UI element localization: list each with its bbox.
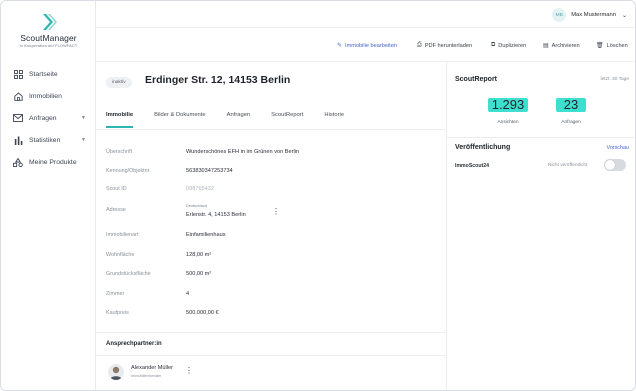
delete-label: Löschen xyxy=(606,42,628,49)
field-value-immobilienart: Einfamilienhaus xyxy=(186,232,226,238)
requests-value: 23 xyxy=(555,98,587,112)
pencil-icon: ✎ xyxy=(337,43,343,49)
tab-bar: Immobilie Bilder & Dokumente Anfragen Sc… xyxy=(106,112,365,128)
sidebar-item-immobilien[interactable]: Immobilien xyxy=(1,85,96,107)
sidebar-item-meine-produkte[interactable]: Meine Produkte xyxy=(1,151,96,173)
field-label: Adresse xyxy=(106,207,126,213)
views-metric: 1.293 Ansichten xyxy=(485,96,531,125)
user-name: Max Mustermann xyxy=(571,12,616,18)
bar-chart-icon xyxy=(13,135,23,145)
top-bar: MB Max Mustermann ⌄ xyxy=(96,1,635,28)
panel-divider xyxy=(447,137,635,138)
sidebar-item-label: Anfragen xyxy=(29,114,57,122)
archive-label: Archivieren xyxy=(551,42,580,49)
field-value-ueberschrift: Wunderschönes EFH in im Grünen von Berli… xyxy=(186,149,300,155)
edit-property-button[interactable]: ✎ Immobilie bearbeiten xyxy=(337,42,397,50)
field-value-zimmer: 4 xyxy=(186,291,190,297)
field-value-kennung: 563830347253734 xyxy=(186,168,233,174)
duplicate-button[interactable]: ⧉ Duplizieren xyxy=(491,42,526,49)
scoutreport-title: ScoutReport xyxy=(455,76,497,83)
archive-button[interactable]: ▤ Archivieren xyxy=(543,42,580,50)
sidebar-item-label: Statistiken xyxy=(29,136,61,144)
page-title: Erdinger Str. 12, 14153 Berlin xyxy=(145,74,291,86)
edit-property-label: Immobilie bearbeiten xyxy=(345,42,397,49)
contact-avatar xyxy=(108,364,124,380)
archive-icon: ▤ xyxy=(543,43,549,49)
logo-chevron-icon xyxy=(42,14,57,30)
preview-link[interactable]: Vorschau xyxy=(607,145,629,151)
sidebar-item-label: Startseite xyxy=(29,70,58,78)
mail-icon xyxy=(13,113,23,123)
grid-icon xyxy=(13,69,23,79)
field-label: Kaufpreis xyxy=(106,310,129,316)
sidebar-item-label: Meine Produkte xyxy=(29,158,77,166)
field-label: Kennung/Objektnr. xyxy=(106,168,151,174)
section-divider xyxy=(96,355,447,356)
user-menu[interactable]: MB Max Mustermann ⌄ xyxy=(552,8,627,22)
house-icon xyxy=(13,91,23,101)
property-detail: inaktiv Erdinger Str. 12, 14153 Berlin I… xyxy=(96,62,447,390)
field-label: Scout ID xyxy=(106,186,127,192)
chevron-down-icon: ▼ xyxy=(81,137,86,143)
contact-name: Alexander Müller xyxy=(131,365,173,371)
sidebar-item-startseite[interactable]: Startseite xyxy=(1,63,96,85)
printer-icon: ⎙ xyxy=(417,42,422,48)
status-badge: inaktiv xyxy=(106,77,132,88)
delete-button[interactable]: 🗑 Löschen xyxy=(596,42,628,50)
views-value: 1.293 xyxy=(487,98,529,112)
publish-toggle[interactable] xyxy=(604,159,626,171)
brand-name: ScoutManager xyxy=(20,33,77,43)
field-label: Immobilienart xyxy=(106,232,139,238)
sidebar: ScoutManager in Kooperation mit FLOWFACT… xyxy=(1,1,96,390)
address-more-icon[interactable]: ⋮ xyxy=(272,207,280,216)
field-label: Zimmer xyxy=(106,291,125,297)
publication-title: Veröffentlichung xyxy=(455,144,511,151)
duplicate-label: Duplizieren xyxy=(498,42,527,49)
sidebar-item-label: Immobilien xyxy=(29,92,62,100)
field-label: Überschrift xyxy=(106,149,133,155)
contact-role: Immobilienberater xyxy=(131,374,162,378)
scoutreport-period: letzt. 30 Tage xyxy=(600,77,629,82)
tab-historie[interactable]: Historie xyxy=(324,112,344,128)
chevron-down-icon: ▼ xyxy=(81,115,86,121)
pdf-download-label: PDF herunterladen xyxy=(424,42,473,49)
chevron-down-icon: ⌄ xyxy=(621,12,627,19)
trash-icon: 🗑 xyxy=(596,43,604,49)
section-divider xyxy=(96,332,447,333)
shapes-icon xyxy=(13,157,23,167)
sidebar-item-statistiken[interactable]: Statistiken ▼ xyxy=(1,129,96,151)
tab-bilder-dokumente[interactable]: Bilder & Dokumente xyxy=(154,112,206,128)
tab-anfragen[interactable]: Anfragen xyxy=(227,112,251,128)
field-value-country: Deutschland xyxy=(186,204,208,208)
field-value-grundstuecksflaeche: 500,00 m² xyxy=(186,271,212,277)
tab-immobilie[interactable]: Immobilie xyxy=(106,112,134,128)
field-value-kaufpreis: 500.000,00 € xyxy=(186,310,219,316)
field-value-wohnflaeche: 128,00 m² xyxy=(186,252,212,258)
field-label: Wohnfläche xyxy=(106,252,135,258)
field-value-adresse: Erlenstr. 4, 14153 Berlin xyxy=(186,212,246,218)
sidebar-item-anfragen[interactable]: Anfragen ▼ xyxy=(1,107,96,129)
tab-scoutreport[interactable]: ScoutReport xyxy=(271,112,303,128)
publication-status: Nicht veröffentlicht xyxy=(548,163,588,168)
requests-label: Anfragen xyxy=(561,120,581,125)
user-avatar: MB xyxy=(552,8,567,22)
tab-divider xyxy=(96,129,447,130)
requests-metric: 23 Anfragen xyxy=(551,96,591,125)
views-label: Ansichten xyxy=(497,120,519,125)
field-label: Grundstücksfläche xyxy=(106,271,151,277)
copy-icon: ⧉ xyxy=(491,42,496,48)
sidebar-nav: Startseite Immobilien Anfragen ▼ Statist… xyxy=(1,63,96,173)
side-panel: ScoutReport letzt. 30 Tage 1.293 Ansicht… xyxy=(447,62,635,390)
portal-name: ImmoScout24 xyxy=(455,163,490,169)
app-window: ScoutManager in Kooperation mit FLOWFACT… xyxy=(0,0,636,391)
contact-more-icon[interactable]: ⋮ xyxy=(185,366,193,375)
brand-logo[interactable]: ScoutManager in Kooperation mit FLOWFACT xyxy=(1,13,96,48)
pdf-download-button[interactable]: ⎙ PDF herunterladen xyxy=(417,42,472,49)
action-bar: ✎ Immobilie bearbeiten ⎙ PDF herunterlad… xyxy=(96,28,635,62)
contact-heading: Ansprechpartner:in xyxy=(106,341,162,347)
brand-tagline: in Kooperation mit FLOWFACT xyxy=(19,44,78,48)
field-value-scout-id: 098765432 xyxy=(186,186,214,192)
